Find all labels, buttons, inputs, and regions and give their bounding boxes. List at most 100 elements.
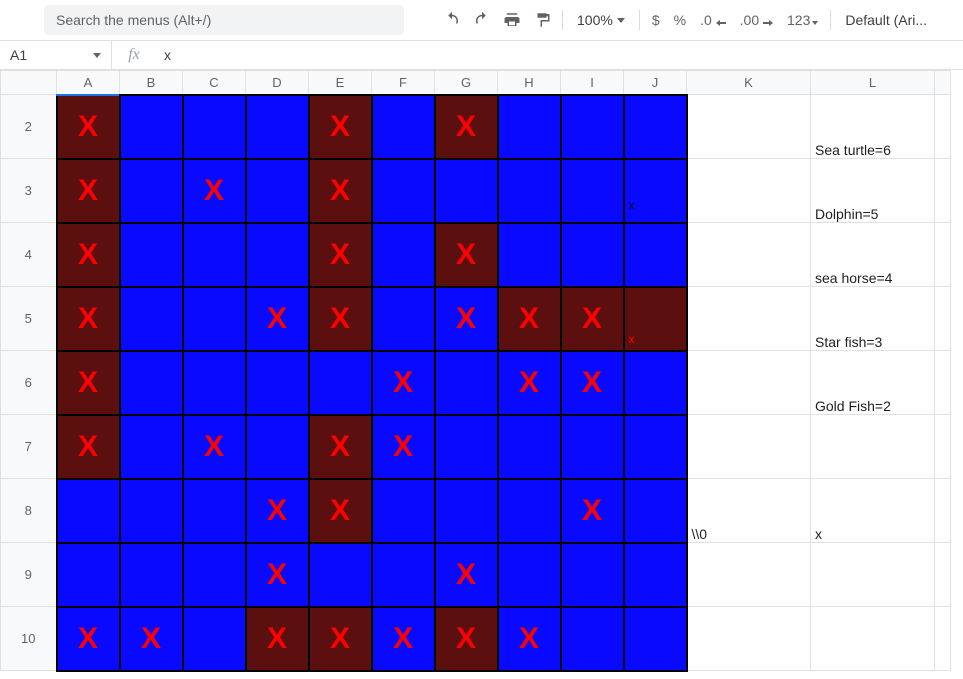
more-formats-dropdown[interactable]: 123 [781, 12, 824, 28]
column-header[interactable]: I [561, 71, 624, 95]
row-header[interactable]: 3 [1, 159, 57, 223]
cell[interactable] [183, 351, 246, 415]
cell[interactable] [498, 95, 561, 159]
cell[interactable] [372, 479, 435, 543]
cell[interactable]: x [624, 159, 687, 223]
cell[interactable] [687, 543, 811, 607]
cell[interactable]: X [309, 223, 372, 287]
column-header[interactable]: C [183, 71, 246, 95]
cell[interactable]: X [372, 607, 435, 671]
cell[interactable] [120, 95, 183, 159]
cell[interactable] [624, 543, 687, 607]
cell[interactable] [183, 95, 246, 159]
cell[interactable] [372, 159, 435, 223]
cell[interactable]: X [498, 607, 561, 671]
cell[interactable] [935, 351, 951, 415]
column-header[interactable]: K [687, 71, 811, 95]
column-header[interactable]: H [498, 71, 561, 95]
cell[interactable] [120, 351, 183, 415]
column-header[interactable]: J [624, 71, 687, 95]
cell[interactable]: X [309, 415, 372, 479]
row-header[interactable]: 6 [1, 351, 57, 415]
cell[interactable]: X [498, 287, 561, 351]
cell[interactable] [624, 479, 687, 543]
row-header[interactable]: 8 [1, 479, 57, 543]
select-all-corner[interactable] [1, 71, 57, 95]
cell[interactable] [624, 607, 687, 671]
cell[interactable] [561, 607, 624, 671]
redo-button[interactable] [468, 6, 496, 34]
cell[interactable] [183, 607, 246, 671]
cell[interactable] [372, 223, 435, 287]
cell[interactable]: X [57, 607, 120, 671]
cell[interactable]: x [624, 287, 687, 351]
cell[interactable]: X [435, 607, 498, 671]
cell[interactable] [811, 415, 935, 479]
cell[interactable] [624, 351, 687, 415]
cell[interactable] [498, 159, 561, 223]
cell[interactable] [246, 95, 309, 159]
cell[interactable]: X [246, 479, 309, 543]
spreadsheet-grid[interactable]: A B C D E F G H I J K L 2XXXSea turtle=6… [0, 70, 963, 672]
cell[interactable]: X [246, 287, 309, 351]
row-header[interactable]: 5 [1, 287, 57, 351]
cell[interactable] [811, 607, 935, 671]
increase-decimal-button[interactable]: .00 [734, 12, 779, 28]
cell[interactable]: X [309, 287, 372, 351]
cell[interactable] [561, 223, 624, 287]
cell[interactable] [624, 95, 687, 159]
cell[interactable] [498, 223, 561, 287]
cell[interactable] [687, 351, 811, 415]
cell[interactable] [687, 415, 811, 479]
cell[interactable] [935, 415, 951, 479]
font-picker-dropdown[interactable]: Default (Ari... [837, 12, 935, 28]
cell[interactable] [561, 543, 624, 607]
cell[interactable] [935, 287, 951, 351]
cell[interactable] [120, 287, 183, 351]
cell[interactable]: sea horse=4 [811, 223, 935, 287]
cell[interactable] [183, 543, 246, 607]
cell[interactable] [935, 95, 951, 159]
cell[interactable]: X [57, 415, 120, 479]
row-header[interactable]: 2 [1, 95, 57, 159]
cell[interactable] [624, 415, 687, 479]
cell[interactable]: X [372, 351, 435, 415]
cell[interactable] [120, 543, 183, 607]
cell[interactable] [561, 415, 624, 479]
column-header[interactable]: D [246, 71, 309, 95]
name-box[interactable]: A1 [0, 41, 112, 69]
cell[interactable] [435, 351, 498, 415]
paint-format-button[interactable] [528, 6, 556, 34]
cell[interactable] [183, 223, 246, 287]
cell[interactable] [183, 479, 246, 543]
cell[interactable]: X [435, 543, 498, 607]
cell[interactable] [561, 95, 624, 159]
cell[interactable]: X [372, 415, 435, 479]
cell[interactable]: X [435, 95, 498, 159]
cell[interactable]: Dolphin=5 [811, 159, 935, 223]
cell[interactable]: X [561, 351, 624, 415]
column-header[interactable]: E [309, 71, 372, 95]
cell[interactable] [246, 351, 309, 415]
column-header[interactable] [935, 71, 951, 95]
cell[interactable] [120, 479, 183, 543]
cell[interactable] [309, 351, 372, 415]
cell[interactable]: Star fish=3 [811, 287, 935, 351]
cell[interactable] [935, 223, 951, 287]
cell[interactable]: Sea turtle=6 [811, 95, 935, 159]
cell[interactable]: X [246, 607, 309, 671]
cell[interactable] [435, 415, 498, 479]
menu-search-input[interactable]: Search the menus (Alt+/) [44, 5, 404, 35]
cell[interactable] [498, 479, 561, 543]
cell[interactable]: \\0 [687, 479, 811, 543]
cell[interactable]: X [309, 159, 372, 223]
decrease-decimal-button[interactable]: .0 [694, 12, 732, 28]
cell[interactable] [687, 159, 811, 223]
cell[interactable] [811, 543, 935, 607]
cell[interactable] [372, 95, 435, 159]
cell[interactable] [935, 159, 951, 223]
cell[interactable] [120, 159, 183, 223]
cell[interactable]: X [57, 351, 120, 415]
cell[interactable] [498, 415, 561, 479]
cell[interactable] [687, 95, 811, 159]
